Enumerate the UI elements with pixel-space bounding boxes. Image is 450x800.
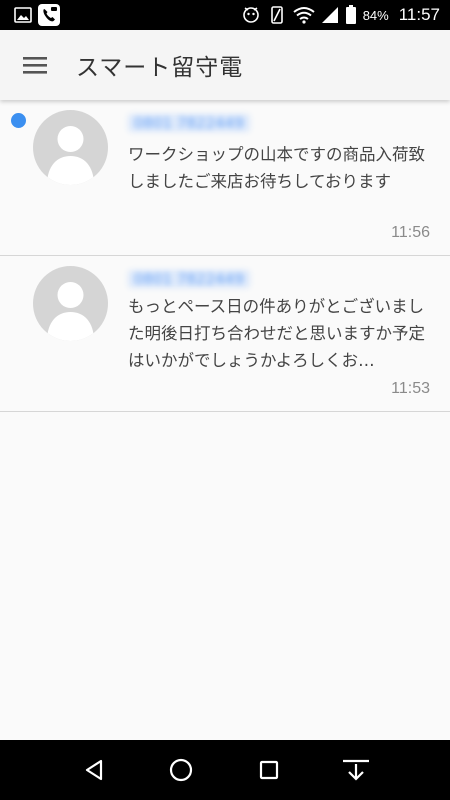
battery-percent: 84% xyxy=(362,7,389,23)
vibrate-icon xyxy=(267,5,287,25)
person-silhouette-icon xyxy=(47,282,94,341)
caller-number: 0801 7822449 xyxy=(128,270,250,288)
voicemail-list: 0801 7822449 ワークショップの山本ですの商品入荷致しましたご来店お待… xyxy=(0,100,450,412)
message-transcript: ワークショップの山本ですの商品入荷致しましたご来店お待ちしております xyxy=(128,145,425,191)
image-icon xyxy=(14,7,32,23)
avatar xyxy=(33,266,108,341)
notification-pulldown-button[interactable] xyxy=(331,745,381,795)
caller-number: 0801 7822449 xyxy=(128,114,250,132)
wifi-icon xyxy=(293,6,315,24)
recents-square-icon xyxy=(259,760,278,780)
back-button[interactable] xyxy=(69,745,119,795)
person-silhouette-icon xyxy=(47,126,94,185)
home-circle-icon xyxy=(170,758,193,782)
list-item[interactable]: 0801 7822449 もっとペース日の件ありがとございました明後日打ち合わせ… xyxy=(0,256,450,412)
voicemail-app-icon xyxy=(38,4,60,26)
pulldown-arrow-icon xyxy=(343,759,370,781)
menu-button[interactable] xyxy=(0,30,70,100)
notification-icon xyxy=(241,5,261,25)
back-triangle-icon xyxy=(85,759,102,781)
message-time: 11:56 xyxy=(391,224,430,241)
recents-button[interactable] xyxy=(244,745,294,795)
list-item[interactable]: 0801 7822449 ワークショップの山本ですの商品入荷致しましたご来店お待… xyxy=(0,100,450,256)
unread-indicator xyxy=(11,113,26,128)
navigation-bar xyxy=(0,740,450,800)
status-clock: 11:57 xyxy=(398,5,440,24)
status-bar: 84% 11:57 xyxy=(0,0,450,30)
battery-icon xyxy=(345,5,357,25)
hamburger-menu-icon xyxy=(23,57,47,74)
app-bar: スマート留守電 xyxy=(0,30,450,100)
message-transcript: もっとペース日の件ありがとございました明後日打ち合わせだと思いますか予定はいかが… xyxy=(128,297,425,370)
message-time: 11:53 xyxy=(391,380,430,397)
home-button[interactable] xyxy=(156,745,206,795)
signal-icon xyxy=(321,6,339,24)
page-title: スマート留守電 xyxy=(76,55,244,81)
avatar xyxy=(33,110,108,185)
